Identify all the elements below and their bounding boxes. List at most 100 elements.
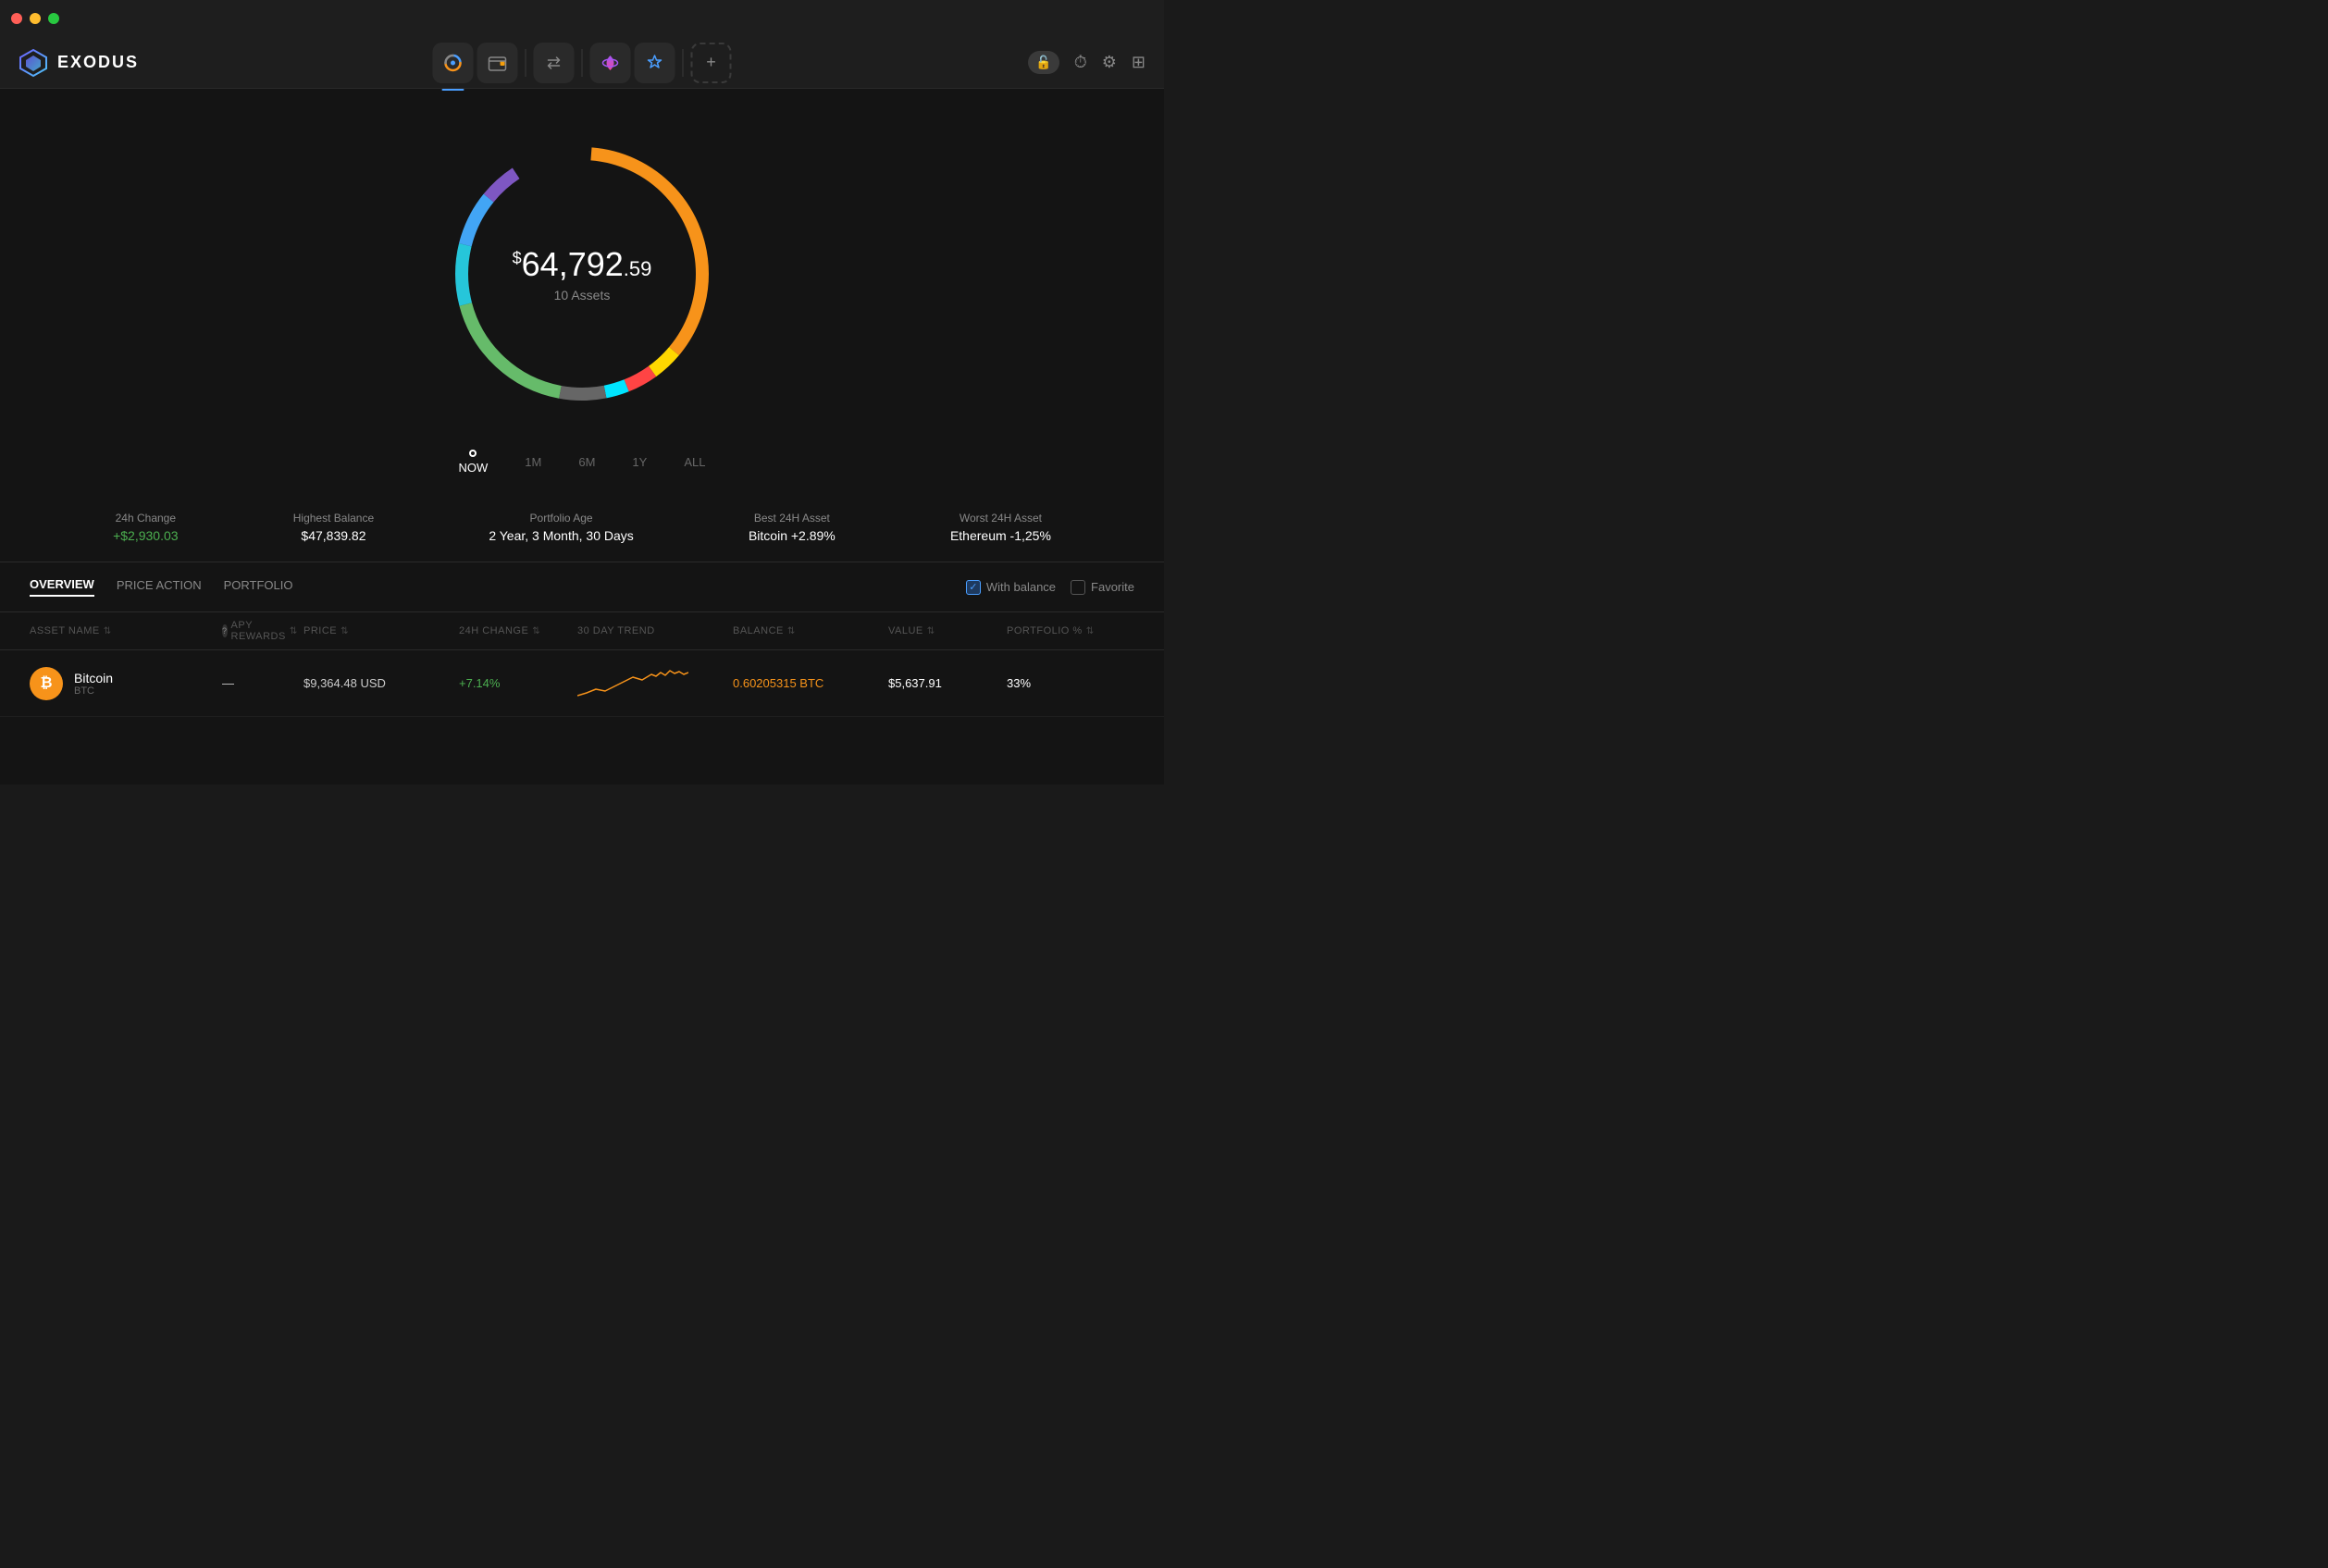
th-trend-label: 30 DAY TREND [577,625,655,636]
tabs-section: OVERVIEW PRICE ACTION PORTFOLIO ✓ With b… [0,562,1164,612]
asset-ticker-btc: BTC [74,685,113,697]
stat-highest-label: Highest Balance [293,512,374,525]
lock-icon: 🔓 [1035,55,1051,70]
sort-asset-name-icon: ⇅ [104,626,112,636]
stat-age-value: 2 Year, 3 Month, 30 Days [489,528,633,543]
sort-apy-icon: ⇅ [290,626,298,636]
th-portfolio-pct[interactable]: PORTFOLIO % ⇅ [1007,620,1099,642]
tab-overview[interactable]: OVERVIEW [30,577,94,597]
favorite-label: Favorite [1091,580,1134,594]
btc-icon-symbol: ₿ [40,675,52,692]
timeline-label-1m: 1M [525,455,541,469]
th-balance[interactable]: BALANCE ⇅ [733,620,881,642]
stat-24h-change: 24h Change +$2,930.03 [113,512,178,543]
currency-symbol: $ [513,249,522,267]
btc-value: $5,637.91 [888,676,999,690]
portfolio-section: $64,792.59 10 Assets NOW 1M 6M 1Y ALL [0,89,1164,717]
timeline-6m[interactable]: 6M [578,455,595,469]
tab-portfolio[interactable]: PORTFOLIO [224,578,293,596]
settings-icon[interactable]: ⚙ [1102,53,1117,72]
th-asset-name-label: ASSET NAME [30,625,100,636]
nav-divider-2 [582,49,583,77]
th-value[interactable]: VALUE ⇅ [888,620,999,642]
stat-best-value: Bitcoin +2.89% [749,528,836,543]
nav-earn-button[interactable] [635,43,675,83]
btc-apy: — [222,676,296,690]
nav-portfolio-button[interactable] [433,43,474,83]
favorite-checkbox[interactable] [1071,580,1085,595]
th-price[interactable]: PRICE ⇅ [303,620,452,642]
portfolio-donut-chart: $64,792.59 10 Assets [425,117,739,431]
header: EXODUS [0,37,1164,89]
timeline-all[interactable]: ALL [684,455,705,469]
nav-exchange-button[interactable] [534,43,575,83]
filter-favorite[interactable]: Favorite [1071,580,1134,595]
filter-with-balance[interactable]: ✓ With balance [966,580,1056,595]
table-header: ASSET NAME ⇅ ? APY REWARDS ⇅ PRICE ⇅ 24H… [0,612,1164,650]
stat-worst-value: Ethereum -1,25% [950,528,1051,543]
logo-text: EXODUS [57,53,139,72]
th-asset-name[interactable]: ASSET NAME ⇅ [30,620,215,642]
portfolio-total: $64,792.59 10 Assets [513,245,652,302]
stat-24h-label: 24h Change [113,512,178,525]
stat-portfolio-age: Portfolio Age 2 Year, 3 Month, 30 Days [489,512,633,543]
nav-right: 🔓 ⏱ ⚙ ⊞ [1028,51,1145,74]
stat-worst-label: Worst 24H Asset [950,512,1051,525]
apy-help-icon: ? [222,624,228,637]
stats-row: 24h Change +$2,930.03 Highest Balance $4… [0,493,1164,562]
grid-icon[interactable]: ⊞ [1132,53,1145,72]
th-apy[interactable]: ? APY REWARDS ⇅ [222,620,296,642]
stat-worst-asset: Worst 24H Asset Ethereum -1,25% [950,512,1051,543]
stat-highest-value: $47,839.82 [293,528,374,543]
with-balance-label: With balance [986,580,1056,594]
timeline-label-6m: 6M [578,455,595,469]
lock-toggle[interactable]: 🔓 [1028,51,1059,74]
timeline-label-1y: 1Y [632,455,647,469]
asset-info-btc: Bitcoin BTC [74,671,113,697]
portfolio-assets-count: 10 Assets [513,288,652,302]
timeline: NOW 1M 6M 1Y ALL [459,450,706,475]
main-content: $64,792.59 10 Assets NOW 1M 6M 1Y ALL [0,89,1164,784]
btc-icon: ₿ [30,667,63,700]
stat-age-label: Portfolio Age [489,512,633,525]
th-24h-label: 24H CHANGE [459,625,528,636]
portfolio-main-amount: 64,792 [522,245,624,283]
tab-price-action[interactable]: PRICE ACTION [117,578,202,596]
tabs-filters: ✓ With balance Favorite [966,580,1134,595]
titlebar [0,0,1164,37]
nav-add-button[interactable]: + [691,43,732,83]
sort-price-icon: ⇅ [341,626,349,636]
timeline-1y[interactable]: 1Y [632,455,647,469]
portfolio-decimal: .59 [624,257,652,280]
table-row[interactable]: ₿ Bitcoin BTC — $9,364.48 USD +7.14% 0.6… [0,650,1164,717]
history-icon[interactable]: ⏱ [1074,53,1087,72]
th-value-label: VALUE [888,625,923,636]
btc-change: +7.14% [459,676,570,690]
th-30day-trend: 30 DAY TREND [577,620,725,642]
th-24h-change[interactable]: 24H CHANGE ⇅ [459,620,570,642]
nav-divider-3 [683,49,684,77]
stat-best-label: Best 24H Asset [749,512,836,525]
timeline-now[interactable]: NOW [459,450,489,475]
sort-24h-icon: ⇅ [532,626,540,636]
logo: EXODUS [19,48,139,78]
sort-portfolio-icon: ⇅ [1086,626,1095,636]
maximize-button[interactable] [48,13,59,24]
close-button[interactable] [11,13,22,24]
nav-apps-button[interactable] [590,43,631,83]
timeline-label-now: NOW [459,461,489,475]
exodus-logo-icon [19,48,48,78]
stat-24h-value: +$2,930.03 [113,528,178,543]
nav-wallet-button[interactable] [477,43,518,83]
nav-center: + [433,43,732,83]
asset-cell-btc: ₿ Bitcoin BTC [30,667,215,700]
with-balance-checkbox[interactable]: ✓ [966,580,981,595]
stat-highest-balance: Highest Balance $47,839.82 [293,512,374,543]
timeline-1m[interactable]: 1M [525,455,541,469]
minimize-button[interactable] [30,13,41,24]
btc-portfolio-pct: 33% [1007,676,1099,690]
timeline-dot-now [469,450,477,457]
stat-best-asset: Best 24H Asset Bitcoin +2.89% [749,512,836,543]
th-price-label: PRICE [303,625,337,636]
th-apy-label: APY REWARDS [231,620,286,642]
